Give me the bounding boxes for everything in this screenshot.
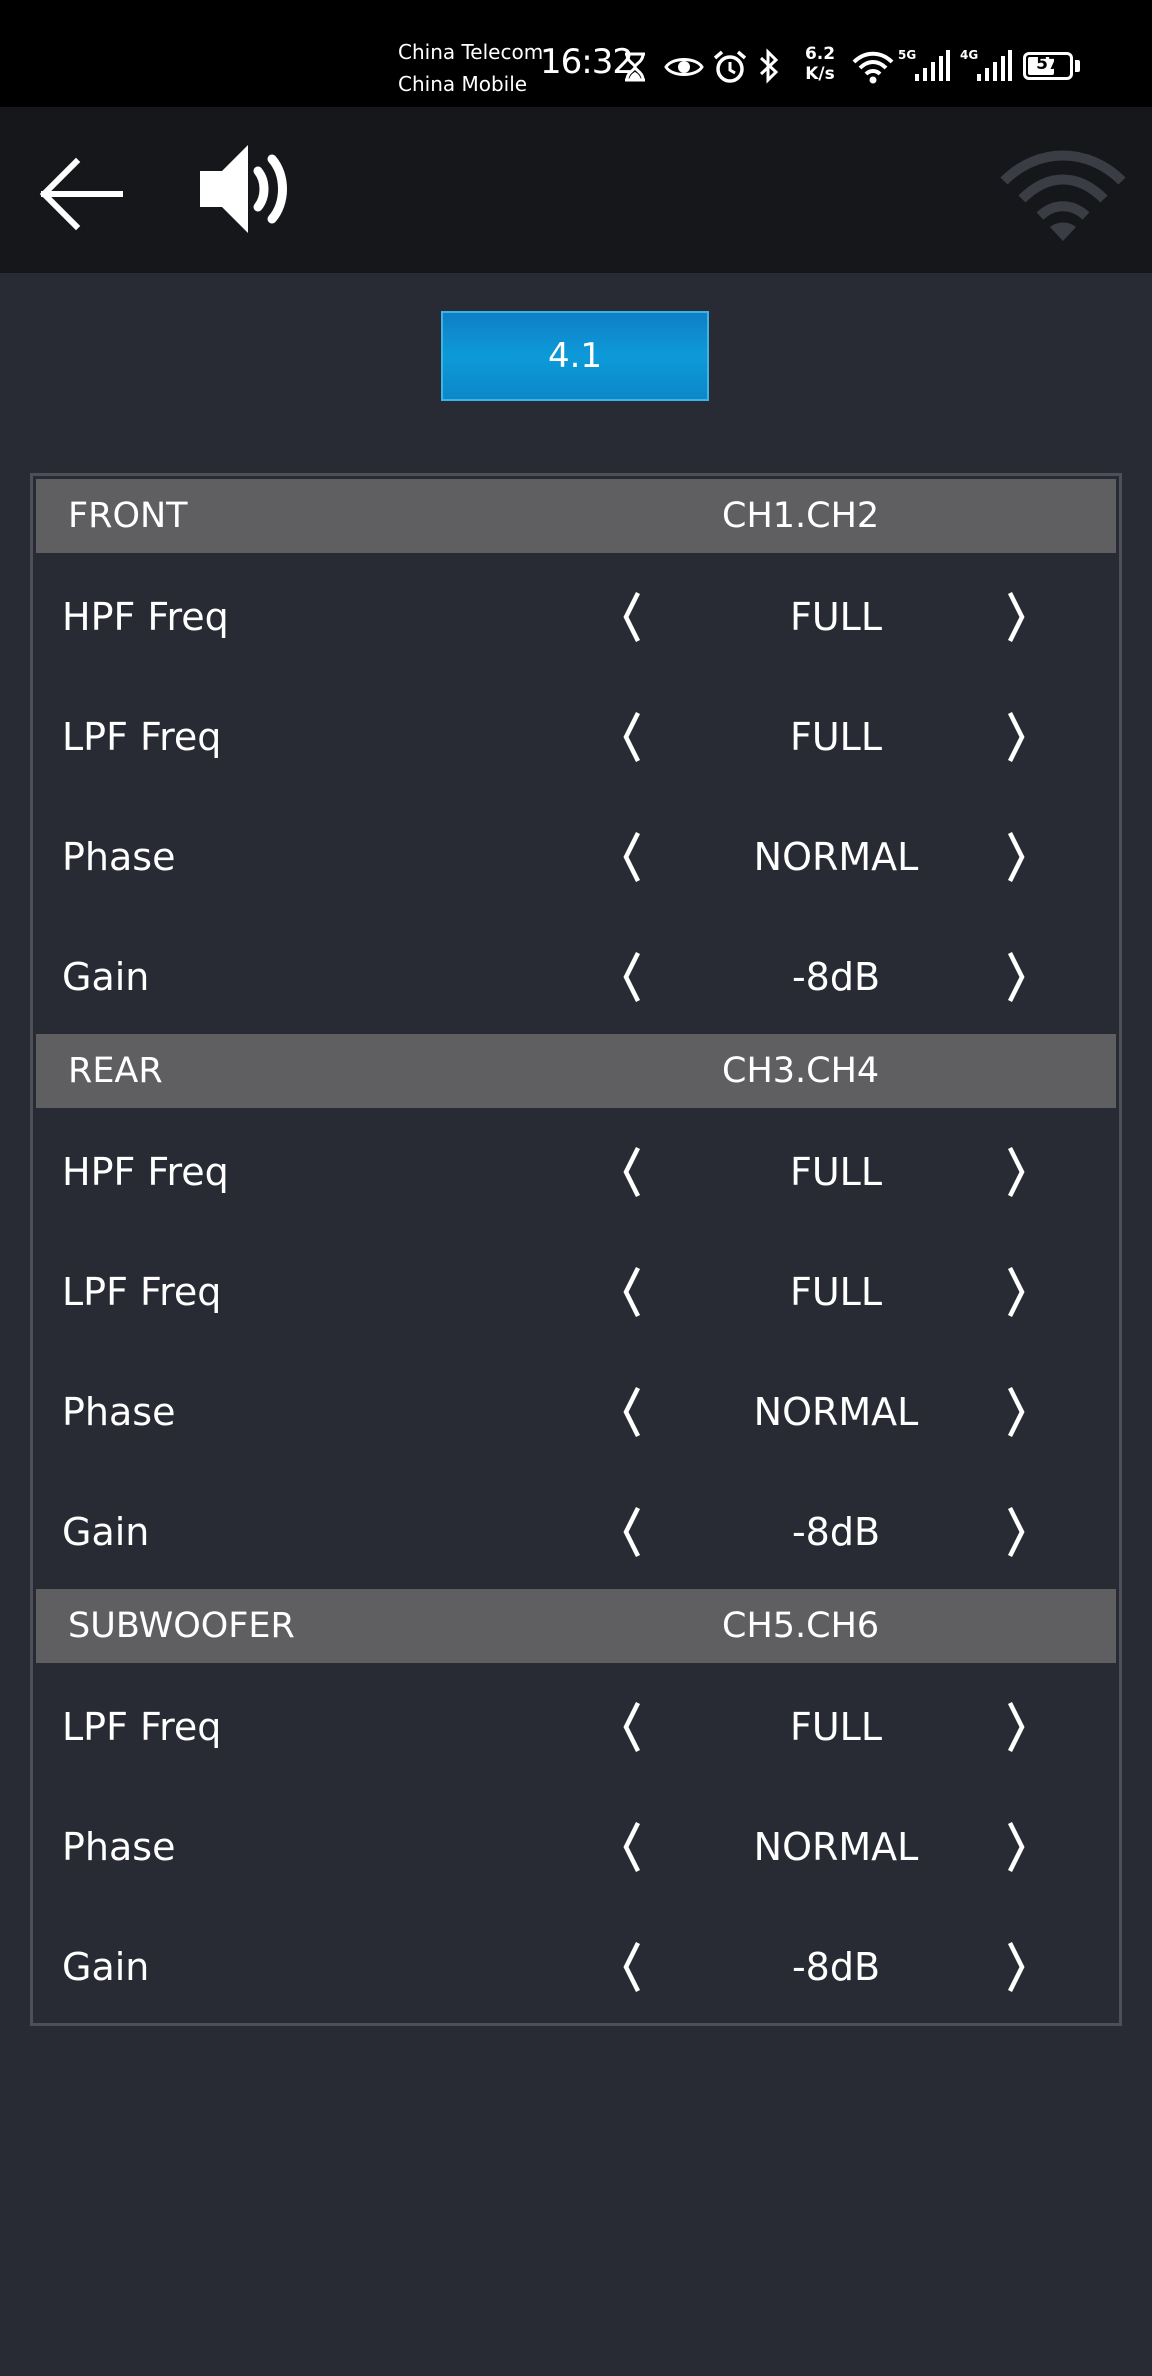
setting-label: HPF Freq [62,595,229,639]
chevron-left-icon[interactable] [602,1817,662,1877]
chevron-right-icon[interactable] [986,1382,1046,1442]
chevron-left-icon[interactable] [602,707,662,767]
setting-label: Phase [62,1825,176,1869]
battery-level: 57 [1036,54,1060,74]
net-speed: 6.2 K/s [800,44,840,84]
chevron-right-icon[interactable] [986,1262,1046,1322]
chevron-left-icon[interactable] [602,947,662,1007]
chevron-right-icon[interactable] [986,1502,1046,1562]
setting-label: HPF Freq [62,1150,229,1194]
section-title: REAR [68,1051,163,1091]
chevron-right-icon[interactable] [986,827,1046,887]
setting-label: LPF Freq [62,1270,222,1314]
setting-label: LPF Freq [62,715,222,759]
setting-row-front-lpf: LPF Freq FULL [36,677,1116,797]
setting-value: NORMAL [753,835,919,879]
chevron-left-icon[interactable] [602,1382,662,1442]
wifi-icon [852,51,894,84]
battery-nub [1075,60,1080,72]
section-header-rear: REAR CH3.CH4 [36,1034,1116,1108]
section-title: SUBWOOFER [68,1606,295,1646]
section-header-subwoofer: SUBWOOFER CH5.CH6 [36,1589,1116,1663]
chevron-right-icon[interactable] [986,1142,1046,1202]
chevron-left-icon[interactable] [602,1937,662,1997]
setting-row-rear-phase: Phase NORMAL [36,1352,1116,1472]
section-header-front: FRONT CH1.CH2 [36,479,1116,553]
setting-value: FULL [789,1150,882,1194]
setting-value: -8dB [791,955,881,999]
setting-value: FULL [789,595,882,639]
chevron-right-icon[interactable] [986,1817,1046,1877]
carrier-names: China Telecom China Mobile [398,36,543,100]
setting-value: FULL [789,1270,882,1314]
section-channels: CH5.CH6 [722,1606,880,1646]
section-channels: CH3.CH4 [722,1051,880,1091]
crossover-settings-panel: FRONT CH1.CH2 HPF Freq FULL LPF Freq FUL… [30,473,1122,2026]
battery-icon: 57 [1023,52,1073,80]
setting-value: NORMAL [753,1390,919,1434]
setting-value: NORMAL [753,1825,919,1869]
setting-row-rear-hpf: HPF Freq FULL [36,1112,1116,1232]
chevron-right-icon[interactable] [986,1697,1046,1757]
net-speed-unit: K/s [805,64,835,84]
chevron-left-icon[interactable] [602,587,662,647]
chevron-left-icon[interactable] [602,827,662,887]
carrier-2: China Mobile [398,72,528,96]
chevron-left-icon[interactable] [602,1697,662,1757]
app-header [0,107,1152,273]
setting-row-front-gain: Gain -8dB [36,917,1116,1037]
wifi-disconnected-icon[interactable] [998,143,1128,243]
setting-label: Gain [62,1945,150,1989]
setting-value: FULL [789,1705,882,1749]
chevron-right-icon[interactable] [986,707,1046,767]
setting-row-sub-phase: Phase NORMAL [36,1787,1116,1907]
chevron-left-icon[interactable] [602,1262,662,1322]
setting-row-front-hpf: HPF Freq FULL [36,557,1116,677]
channel-mode-button[interactable]: 4.1 [441,311,709,401]
setting-value: FULL [789,715,882,759]
chevron-right-icon[interactable] [986,947,1046,1007]
arrow-left-icon[interactable] [36,155,126,233]
section-title: FRONT [68,496,188,536]
net-speed-value: 6.2 [804,44,836,64]
setting-row-sub-gain: Gain -8dB [36,1907,1116,2027]
alarm-icon [713,50,747,83]
setting-label: Phase [62,1390,176,1434]
signal-icon [915,50,950,81]
chevron-right-icon[interactable] [986,587,1046,647]
setting-row-sub-lpf: LPF Freq FULL [36,1667,1116,1787]
setting-value: -8dB [791,1510,881,1554]
chevron-left-icon[interactable] [602,1142,662,1202]
setting-label: Gain [62,955,150,999]
status-bar: China Telecom China Mobile 16:32 6.2 K/s… [0,0,1152,107]
setting-label: Gain [62,1510,150,1554]
section-channels: CH1.CH2 [722,496,880,536]
setting-row-rear-gain: Gain -8dB [36,1472,1116,1592]
setting-row-front-phase: Phase NORMAL [36,797,1116,917]
setting-row-rear-lpf: LPF Freq FULL [36,1232,1116,1352]
setting-value: -8dB [791,1945,881,1989]
setting-label: Phase [62,835,176,879]
signal-icon [977,50,1012,81]
bluetooth-icon [759,48,779,84]
chevron-left-icon[interactable] [602,1502,662,1562]
speaker-volume-icon [200,145,287,233]
chevron-right-icon[interactable] [986,1937,1046,1997]
eye-icon [664,58,704,76]
setting-label: LPF Freq [62,1705,222,1749]
hourglass-icon [625,52,645,82]
carrier-1: China Telecom [398,40,544,64]
clock: 16:32 [540,42,634,82]
